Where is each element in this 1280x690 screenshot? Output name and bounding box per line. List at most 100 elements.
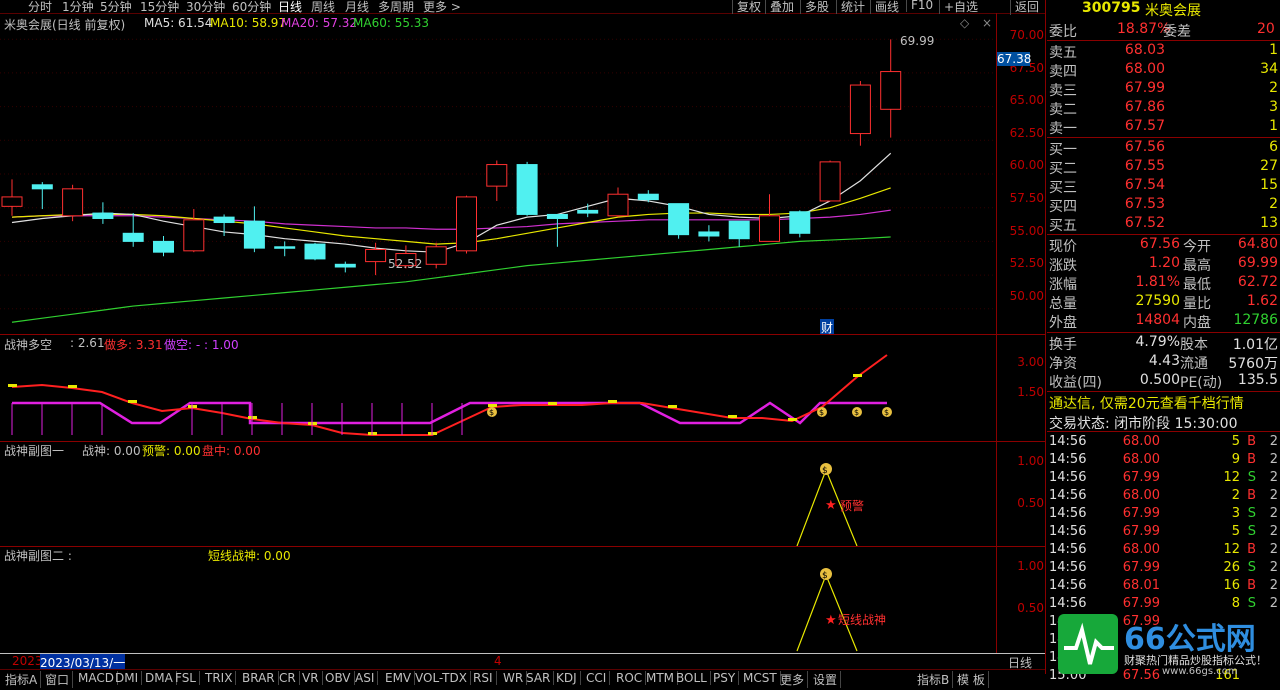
duokong-marker	[488, 404, 497, 407]
ask-price: 68.00	[1124, 61, 1165, 77]
tick-price: 67.99	[1122, 596, 1160, 611]
tick-side: B	[1247, 542, 1256, 557]
ask-row: 卖二 67.86 3	[1047, 99, 1280, 118]
tick-count: 2	[1269, 452, 1278, 467]
axis-label: 3.00	[1017, 355, 1044, 369]
indicator-tab-24[interactable]: 更多	[777, 671, 809, 688]
period-tab-0[interactable]: 分时	[28, 0, 52, 15]
period-tab-9[interactable]: 多周期	[378, 0, 414, 15]
indicator-tab-7[interactable]: BRAR	[239, 671, 279, 685]
indicator-tab-14[interactable]: RSI	[470, 671, 497, 685]
tick-volume: 12	[1223, 470, 1240, 485]
ma5-label: MA5: 61.54	[144, 16, 213, 30]
tick-time: 14:56	[1049, 542, 1087, 557]
toolbar-button-6[interactable]: +自选	[939, 0, 978, 15]
period-tab-3[interactable]: 15分钟	[140, 0, 179, 15]
indicator-tab-25[interactable]: 设置	[810, 671, 842, 688]
indicator-tab-17[interactable]: KDJ	[553, 671, 581, 685]
indicator-tab-21[interactable]: BOLL	[673, 671, 711, 685]
tick-row: 14:56 68.00 5 B 2	[1047, 434, 1280, 452]
period-tab-5[interactable]: 60分钟	[232, 0, 271, 15]
axis-label: 55.00	[1009, 223, 1044, 238]
indicator-panel-2[interactable]: $ ★ 战神副图一 战神: 0.00 预警: 0.00 盘中: 0.00 预警	[0, 442, 997, 546]
promo-text: 通达信, 仅需20元查看千档行情	[1049, 396, 1244, 412]
tick-row: 14:56 68.00 9 B 2	[1047, 452, 1280, 470]
period-tab-10[interactable]: 更多 >	[423, 0, 461, 15]
indicator-tab-8[interactable]: CR	[276, 671, 300, 685]
bid-row: 买五 67.52 13	[1047, 215, 1280, 234]
axis-label: 52.50	[1009, 256, 1044, 271]
indicator-tab-6[interactable]: TRIX	[202, 671, 237, 685]
toolbar-button-1[interactable]: 叠加	[765, 0, 794, 15]
stat-label: 今开	[1183, 239, 1211, 255]
tick-count: 2	[1269, 470, 1278, 485]
period-tab-1[interactable]: 1分钟	[62, 0, 94, 15]
stat-label: 换手	[1049, 337, 1077, 353]
toolbar-button-2[interactable]: 多股	[800, 0, 829, 15]
kline-chart[interactable]	[0, 14, 997, 334]
indicator-tab-19[interactable]: ROC	[613, 671, 647, 685]
indicator-tab-16[interactable]: SAR	[523, 671, 555, 685]
tick-volume: 3	[1231, 506, 1240, 521]
candle-body	[456, 196, 477, 252]
indicator-panel-1[interactable]: $ $ $ $ 战神多空 : 2.61 做多: 3.31 做空: - : 1.00	[0, 335, 997, 441]
timeline-mark: 4	[494, 654, 502, 668]
indicator-tab-22[interactable]: PSY	[710, 671, 740, 685]
indicator-panel-3[interactable]: $ ★ 战神副图二 : 短线战神: 0.00 短线战神	[0, 547, 997, 653]
period-tab-6[interactable]: 日线	[278, 0, 302, 15]
ask-label: 卖一	[1049, 121, 1077, 137]
stat-value: 64.80	[1237, 236, 1278, 252]
indicator-tab-3[interactable]: DMI	[112, 671, 143, 685]
indicator-tab-27[interactable]: 模 板	[954, 671, 989, 688]
period-tab-8[interactable]: 月线	[345, 0, 369, 15]
period-tab-7[interactable]: 周线	[311, 0, 335, 15]
indicator-tab-5[interactable]: FSL	[172, 671, 200, 685]
indicator-tab-23[interactable]: MCST	[740, 671, 781, 685]
high-price-label: 69.99	[900, 34, 935, 48]
indicator-tab-26[interactable]: 指标B	[914, 671, 954, 688]
ask-row: 卖五 68.03 1	[1047, 42, 1280, 61]
duokong-marker	[548, 402, 557, 405]
indicator-tab-9[interactable]: VR	[299, 671, 323, 685]
ma-line	[11, 209, 891, 230]
tick-side: S	[1247, 506, 1256, 521]
diamond-icon[interactable]: ◇	[960, 16, 969, 30]
stock-name: 米奥会展	[1145, 3, 1201, 19]
tick-side: S	[1247, 524, 1256, 539]
indicator-tab-1[interactable]: 窗口	[42, 671, 74, 688]
axis-label: 65.00	[1009, 93, 1044, 108]
toolbar-button-4[interactable]: 画线	[870, 0, 899, 15]
duokong-marker	[8, 384, 17, 387]
axis-label: 1.00	[1017, 454, 1044, 468]
close-icon[interactable]: ×	[982, 16, 992, 30]
toolbar-button-3[interactable]: 统计	[836, 0, 865, 15]
zhanshen-sub-chart-2[interactable]: $★	[0, 547, 997, 653]
tick-price: 68.00	[1122, 488, 1160, 503]
indicator-tab-13[interactable]: VOL-TDX	[412, 671, 471, 685]
stat-label: 外盘	[1049, 315, 1077, 331]
toolbar-button-7[interactable]: 返回	[1010, 0, 1039, 15]
bid-volume: 13	[1260, 215, 1278, 231]
toolbar-button-0[interactable]: 复权	[732, 0, 761, 15]
ask-volume: 2	[1269, 80, 1278, 96]
stat-label: 最低	[1183, 277, 1211, 293]
indicator-tab-10[interactable]: OBV	[322, 671, 355, 685]
panel3-value: 短线战神: 0.00	[208, 549, 291, 563]
indicator-tab-18[interactable]: CCI	[583, 671, 611, 685]
timeline-bar[interactable]: 2023 2023/03/13/一 4 日线	[0, 654, 1046, 671]
indicator-tab-0[interactable]: 指标A	[2, 671, 42, 688]
kline-panel[interactable]: 米奥会展(日线 前复权) MA5: 61.54 MA10: 58.97 MA20…	[0, 14, 997, 336]
indicator-tab-11[interactable]: ASI	[352, 671, 379, 685]
panel1-value: : 2.61	[70, 336, 105, 350]
bid-label: 买五	[1049, 218, 1077, 234]
tick-price: 68.00	[1122, 542, 1160, 557]
toolbar-button-5[interactable]: F10	[906, 0, 933, 12]
stat-label: 总量	[1049, 296, 1077, 312]
indicator-tab-12[interactable]: EMV	[382, 671, 416, 685]
period-tab-4[interactable]: 30分钟	[186, 0, 225, 15]
money-bag-glyph: $	[822, 571, 828, 581]
tick-row: 14:56 68.01 16 B 2	[1047, 578, 1280, 596]
axis-label: 62.50	[1009, 125, 1044, 140]
period-tab-2[interactable]: 5分钟	[100, 0, 132, 15]
candle-body	[365, 248, 387, 263]
